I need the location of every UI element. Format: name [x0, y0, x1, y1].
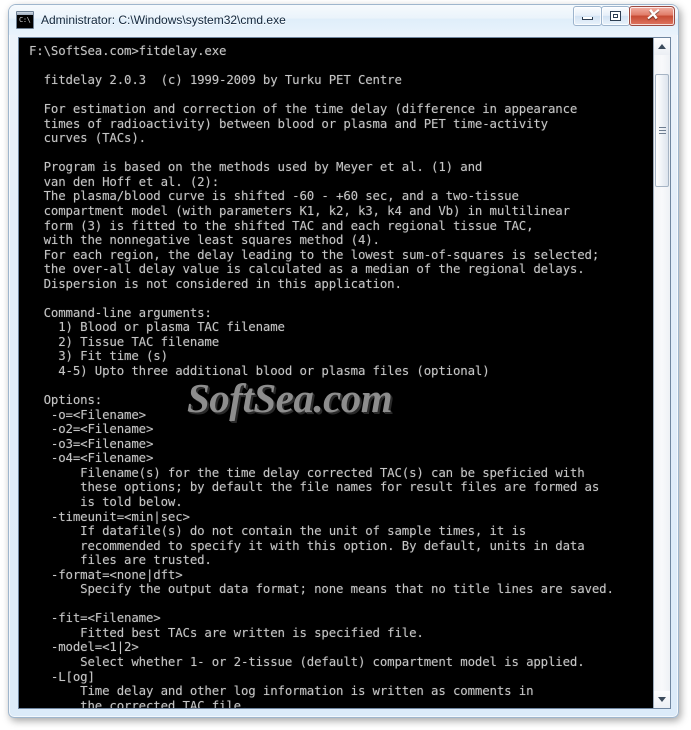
- scrollbar-thumb[interactable]: [655, 74, 669, 187]
- vertical-scrollbar[interactable]: [653, 38, 670, 708]
- console-output-pane[interactable]: F:\SoftSea.com>fitdelay.exe fitdelay 2.0…: [19, 38, 653, 708]
- console-output-text: F:\SoftSea.com>fitdelay.exe fitdelay 2.0…: [29, 43, 614, 708]
- chevron-down-icon: [658, 697, 666, 702]
- scroll-up-button[interactable]: [654, 38, 670, 55]
- chevron-up-icon: [658, 44, 666, 49]
- cmd-icon[interactable]: C:\: [16, 11, 34, 29]
- cmd-icon-prompt-glyph: C:\: [19, 16, 31, 24]
- close-button[interactable]: ✕: [629, 6, 675, 26]
- window-title: Administrator: C:\Windows\system32\cmd.e…: [41, 13, 286, 27]
- cmd-icon-titlebar-strip: [17, 12, 33, 15]
- maximize-button[interactable]: [601, 6, 630, 26]
- minimize-button[interactable]: [573, 6, 602, 26]
- console-window: C:\ Administrator: C:\Windows\system32\c…: [8, 4, 679, 718]
- caption-buttons: ✕: [573, 6, 675, 26]
- maximize-icon: [610, 11, 621, 21]
- scroll-down-button[interactable]: [654, 691, 670, 708]
- close-icon: ✕: [645, 7, 659, 24]
- console-client-area[interactable]: F:\SoftSea.com>fitdelay.exe fitdelay 2.0…: [18, 37, 671, 709]
- minimize-icon: [582, 16, 593, 20]
- title-bar[interactable]: C:\ Administrator: C:\Windows\system32\c…: [9, 5, 678, 35]
- scrollbar-grip-icon: [658, 127, 666, 134]
